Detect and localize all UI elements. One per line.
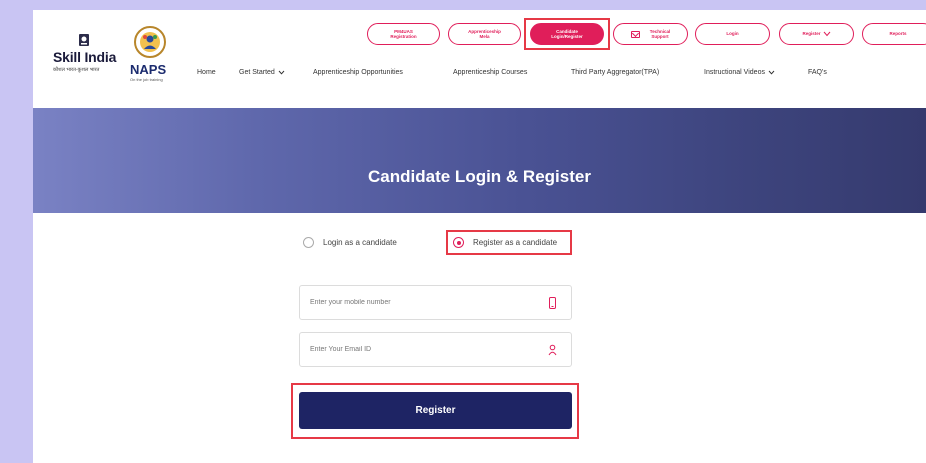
chevron-down-icon	[278, 70, 285, 75]
login-candidate-option[interactable]: Login as a candidate	[303, 237, 397, 248]
nav-faqs[interactable]: FAQ's	[808, 69, 827, 76]
nav-courses-label: Apprenticeship Courses	[453, 69, 528, 76]
email-input[interactable]	[310, 333, 530, 366]
nav-get-started-label: Get Started	[239, 69, 275, 76]
register-button-highlight	[291, 383, 579, 439]
nav-home[interactable]: Home	[197, 69, 216, 76]
login-candidate-label: Login as a candidate	[323, 238, 397, 247]
register-option-highlight	[446, 230, 572, 255]
nav-tpa-label: Third Party Aggregator(TPA)	[571, 69, 660, 76]
mobile-phone-icon	[549, 297, 556, 309]
nav-videos-label: Instructional Videos	[704, 69, 765, 76]
skill-india-title: Skill India	[53, 49, 117, 65]
nav-instructional-videos[interactable]: Instructional Videos	[704, 69, 775, 76]
hero-banner: Candidate Login & Register	[33, 108, 926, 213]
login-candidate-radio[interactable]	[303, 237, 314, 248]
email-field[interactable]	[299, 332, 572, 367]
mobile-number-input[interactable]	[310, 286, 530, 319]
pm4uas-registration-button[interactable]: PM4UAS Registration	[367, 23, 440, 45]
user-icon	[548, 344, 557, 356]
envelope-icon	[630, 30, 640, 38]
candidate-login-highlight	[524, 18, 610, 50]
naps-emblem-icon	[134, 26, 166, 58]
apprenticeship-mela-label: Apprenticeship Mela	[468, 28, 501, 39]
apprenticeship-mela-button[interactable]: Apprenticeship Mela	[448, 23, 521, 45]
nav-faqs-label: FAQ's	[808, 69, 827, 76]
page-title: Candidate Login & Register	[368, 167, 591, 186]
login-button[interactable]: Login	[695, 23, 770, 45]
register-menu-button[interactable]: Register	[779, 23, 854, 45]
technical-support-button[interactable]: Technical Support	[613, 23, 688, 45]
nav-home-label: Home	[197, 69, 216, 76]
reports-label: Reports	[889, 31, 907, 37]
pm4uas-registration-label: PM4UAS Registration	[390, 28, 417, 39]
login-label: Login	[726, 31, 739, 37]
register-menu-label: Register	[802, 31, 821, 37]
skill-india-emblem-icon	[79, 34, 89, 46]
page: Skill India कौशल भारत-कुशल भारत NAPS On …	[33, 10, 926, 463]
nav-opportunities-label: Apprenticeship Opportunities	[313, 69, 403, 76]
nav-third-party-aggregator[interactable]: Third Party Aggregator(TPA)	[571, 69, 659, 76]
nav-apprenticeship-courses[interactable]: Apprenticeship Courses	[453, 69, 527, 76]
mobile-number-field[interactable]	[299, 285, 572, 320]
chevron-down-icon	[768, 70, 775, 75]
reports-button[interactable]: Reports	[862, 23, 926, 45]
nav-get-started[interactable]: Get Started	[239, 69, 285, 76]
technical-support-label: Technical Support	[649, 28, 671, 39]
nav-apprenticeship-opportunities[interactable]: Apprenticeship Opportunities	[313, 69, 403, 76]
main-nav: Home Get Started Apprenticeship Opportun…	[33, 69, 926, 81]
chevron-down-icon	[823, 31, 830, 37]
